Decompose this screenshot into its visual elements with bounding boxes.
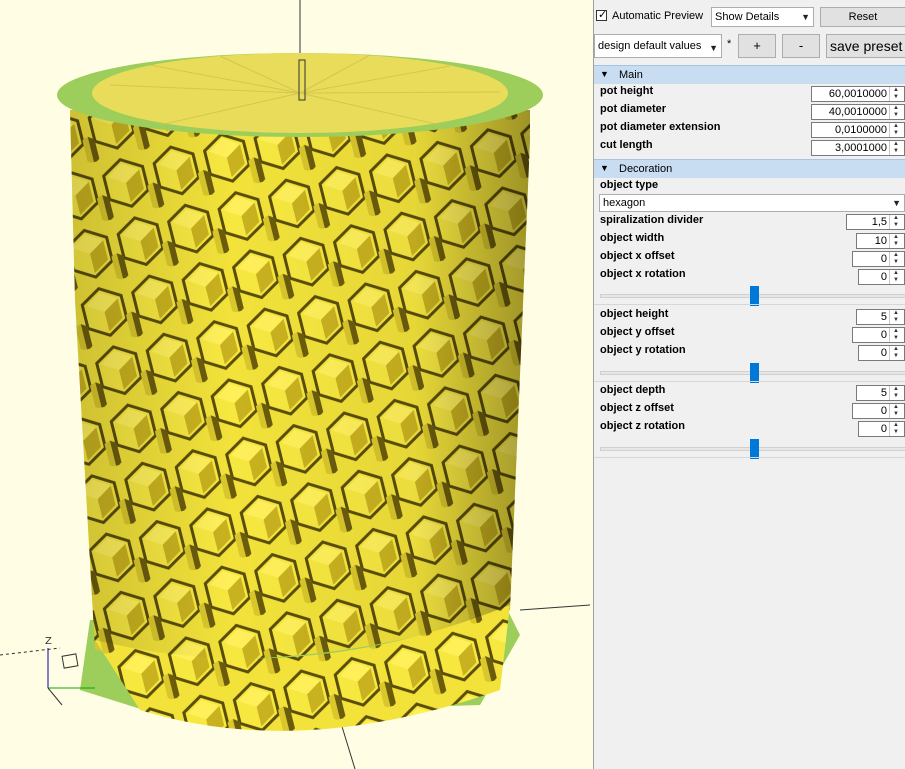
cut-length-input[interactable]: 3,0001000 ▲ ▼ [811,140,905,156]
pot-height-input[interactable]: 60,0010000 ▲ ▼ [811,86,905,102]
reset-button[interactable]: Reset [820,7,905,27]
spiral-label: spiralization divider [600,214,704,226]
collapse-icon: ▼ [600,163,609,173]
auto-preview-checkbox[interactable]: ✓ [596,9,607,21]
z-rotation-label: object z rotation [600,420,685,432]
modified-marker: * [727,38,732,50]
customizer-panel: ✓ Automatic Preview Show Details ▼ Reset … [593,0,905,769]
chevron-down-icon: ▼ [892,198,901,208]
y-offset-label: object y offset [600,326,675,338]
pot-diameter-extension-input[interactable]: 0,0100000 ▲ ▼ [811,122,905,138]
pot-diameter-input[interactable]: 40,0010000 ▲ ▼ [811,104,905,120]
param-label: pot diameter [600,103,667,115]
x-axis-negative [0,647,61,656]
z-rotation-slider[interactable] [600,439,905,459]
x-rotation-slider[interactable] [600,286,905,306]
object-x-offset-input[interactable]: 0 ▲ ▼ [852,251,905,267]
details-dropdown[interactable]: Show Details ▼ [711,7,814,27]
section-decoration-header[interactable]: ▼ Decoration [594,159,905,178]
y-rotation-slider-thumb[interactable] [750,363,759,383]
object-z-rotation-input[interactable]: 0 ▲ ▼ [858,421,905,437]
y-rotation-label: object y rotation [600,344,686,356]
x-rotation-slider-thumb[interactable] [750,286,759,306]
object-y-rotation-input[interactable]: 0 ▲ ▼ [858,345,905,361]
depth-label: object depth [600,384,666,396]
spiralization-divider-input[interactable]: 1,5 ▲ ▼ [846,214,905,230]
object-width-input[interactable]: 10 ▲ ▼ [856,233,905,249]
x-rotation-label: object x rotation [600,268,686,280]
x-axis-line [519,604,591,611]
z-rotation-slider-thumb[interactable] [750,439,759,459]
param-label: cut length [600,139,653,151]
chevron-down-icon: ▼ [801,12,810,22]
object-y-offset-input[interactable]: 0 ▲ ▼ [852,327,905,343]
z-offset-label: object z offset [600,402,674,414]
height-label: object height [600,308,669,320]
3d-viewport[interactable]: Z [0,0,593,769]
object-type-dropdown[interactable]: hexagon ▼ [599,194,905,212]
object-x-rotation-input[interactable]: 0 ▲ ▼ [858,269,905,285]
remove-preset-button[interactable]: - [782,34,820,58]
x-offset-label: object x offset [600,250,675,262]
preset-dropdown[interactable]: design default values ▼ [594,34,722,58]
model-render[interactable]: Z [0,0,593,769]
auto-preview-label: Automatic Preview [612,10,704,22]
object-height-input[interactable]: 5 ▲ ▼ [856,309,905,325]
object-depth-input[interactable]: 5 ▲ ▼ [856,385,905,401]
param-label: pot height [600,85,654,97]
chevron-down-icon: ▼ [709,43,718,53]
param-label: pot diameter extension [600,121,721,133]
width-label: object width [600,232,665,244]
collapse-icon: ▼ [600,69,609,79]
save-preset-button[interactable]: save preset [826,34,905,58]
add-preset-button[interactable]: + [738,34,776,58]
z-axis-negative [339,719,356,769]
y-rotation-slider[interactable] [600,363,905,383]
object-type-label: object type [600,179,659,191]
section-main-header[interactable]: ▼ Main [594,65,905,84]
z-axis-label: Z [45,636,52,647]
object-z-offset-input[interactable]: 0 ▲ ▼ [852,403,905,419]
